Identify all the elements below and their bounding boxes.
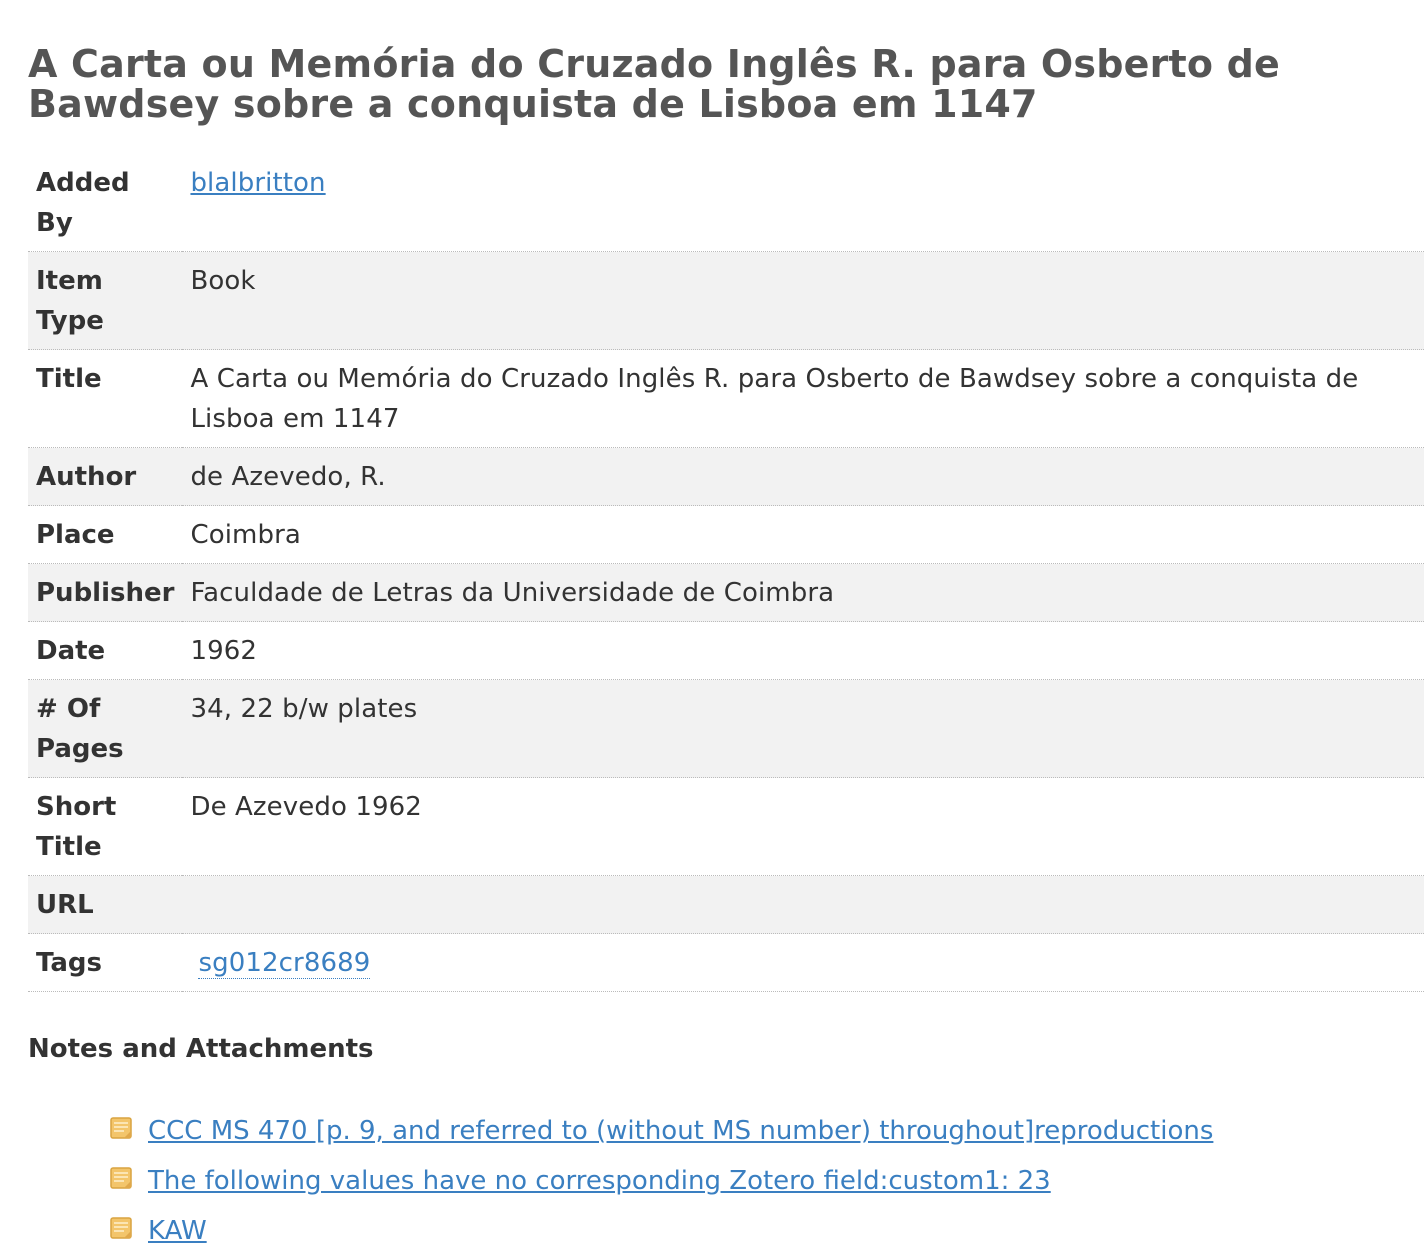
field-label: Publisher bbox=[36, 578, 175, 608]
field-value: Faculdade de Letras da Universidade de C… bbox=[190, 578, 835, 608]
note-icon bbox=[110, 1216, 132, 1239]
page-title: A Carta ou Memória do Cruzado Inglês R. … bbox=[28, 42, 1281, 126]
field-value: de Azevedo, R. bbox=[190, 462, 386, 492]
note-item: The following values have no correspondi… bbox=[110, 1156, 1424, 1206]
item-metadata-table: Added By blalbritton Item Type Book Titl… bbox=[28, 154, 1424, 992]
field-label: Date bbox=[36, 636, 106, 666]
field-value: A Carta ou Memória do Cruzado Inglês R. … bbox=[190, 364, 1359, 434]
field-row-num-pages: # Of Pages 34, 22 b/w plates bbox=[28, 679, 1424, 778]
field-label: Author bbox=[36, 462, 137, 492]
field-row-item-type: Item Type Book bbox=[28, 251, 1424, 350]
item-page: A Carta ou Memória do Cruzado Inglês R. … bbox=[28, 0, 1424, 1256]
field-value: Coimbra bbox=[190, 520, 301, 550]
note-link[interactable]: KAW bbox=[148, 1216, 207, 1246]
field-label: Place bbox=[36, 520, 115, 550]
field-label: Title bbox=[36, 364, 102, 394]
field-label: Item Type bbox=[36, 266, 104, 336]
tag-link[interactable]: sg012cr8689 bbox=[198, 948, 371, 979]
field-value: sg012cr8689 bbox=[182, 934, 1424, 992]
note-link[interactable]: CCC MS 470 [p. 9, and referred to (witho… bbox=[148, 1116, 1213, 1146]
field-value: Book bbox=[190, 266, 256, 296]
field-label: Added By bbox=[36, 168, 130, 238]
notes-heading: Notes and Attachments bbox=[28, 1034, 374, 1064]
note-item: CCC MS 470 [p. 9, and referred to (witho… bbox=[110, 1106, 1424, 1156]
field-label: URL bbox=[36, 890, 94, 920]
note-icon bbox=[110, 1116, 132, 1139]
notes-list: CCC MS 470 [p. 9, and referred to (witho… bbox=[28, 1106, 1424, 1256]
field-row-short-title: Short Title De Azevedo 1962 bbox=[28, 778, 1424, 876]
note-icon bbox=[110, 1166, 132, 1189]
note-item: KAW bbox=[110, 1206, 1424, 1256]
field-label: Short Title bbox=[36, 792, 117, 862]
field-value: 1962 bbox=[190, 636, 258, 666]
field-row-publisher: Publisher Faculdade de Letras da Univers… bbox=[28, 563, 1424, 622]
field-row-title: Title A Carta ou Memória do Cruzado Ingl… bbox=[28, 350, 1424, 448]
field-value: De Azevedo 1962 bbox=[190, 792, 422, 822]
field-row-tags: Tags sg012cr8689 bbox=[28, 934, 1424, 992]
field-value bbox=[182, 876, 1424, 934]
field-value: 34, 22 b/w plates bbox=[190, 694, 418, 724]
field-row-place: Place Coimbra bbox=[28, 506, 1424, 564]
field-label: Tags bbox=[36, 948, 103, 978]
field-row-url: URL bbox=[28, 875, 1424, 934]
field-row-date: Date 1962 bbox=[28, 622, 1424, 680]
field-row-added-by: Added By blalbritton bbox=[28, 154, 1424, 252]
field-value: blalbritton bbox=[182, 154, 1424, 252]
note-link[interactable]: The following values have no correspondi… bbox=[148, 1166, 1051, 1196]
added-by-user-link[interactable]: blalbritton bbox=[190, 168, 325, 198]
field-label: # Of Pages bbox=[36, 694, 124, 764]
field-row-author: Author de Azevedo, R. bbox=[28, 447, 1424, 506]
